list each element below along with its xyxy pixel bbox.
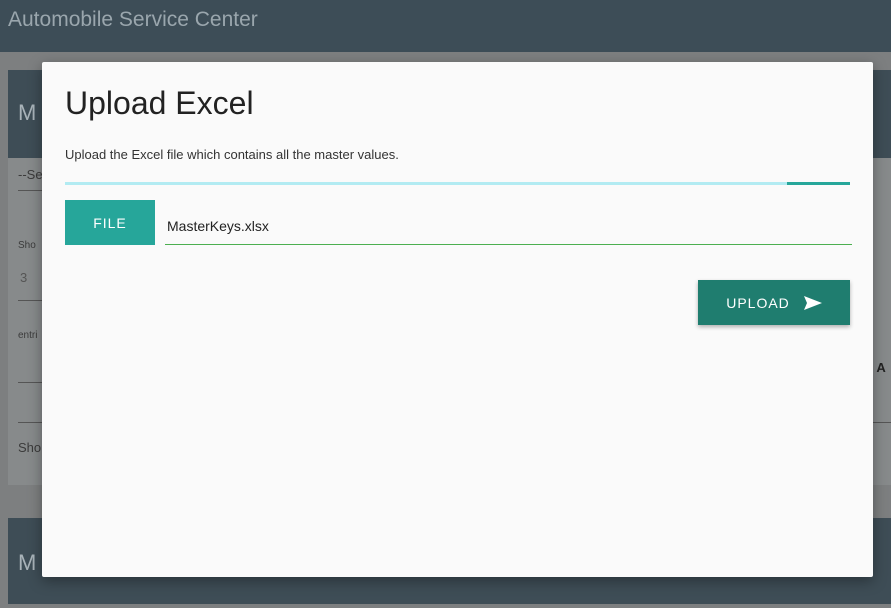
modal-title: Upload Excel [65, 85, 254, 121]
background-card-heading: M [18, 100, 37, 125]
background-entries-label: entri [18, 330, 38, 341]
modal-description: Upload the Excel file which contains all… [65, 147, 399, 162]
file-path-input[interactable] [165, 208, 852, 245]
send-icon [803, 295, 822, 310]
background-show-value: 3 [20, 270, 28, 285]
background-show-label: Sho [18, 240, 36, 251]
upload-progress-fill [787, 182, 850, 185]
upload-button-label: UPLOAD [726, 294, 790, 311]
upload-excel-modal: Upload Excel Upload the Excel file which… [42, 62, 873, 577]
background-select: --Se [18, 167, 43, 182]
file-select-button[interactable]: FILE [65, 200, 155, 245]
upload-progress-bar [65, 182, 850, 185]
background-show-footer: Sho [18, 440, 42, 455]
background-card-heading: M [18, 550, 37, 575]
upload-button[interactable]: UPLOAD [698, 280, 850, 325]
app-title: Automobile Service Center [8, 8, 258, 31]
app-header: Automobile Service Center [0, 0, 891, 52]
